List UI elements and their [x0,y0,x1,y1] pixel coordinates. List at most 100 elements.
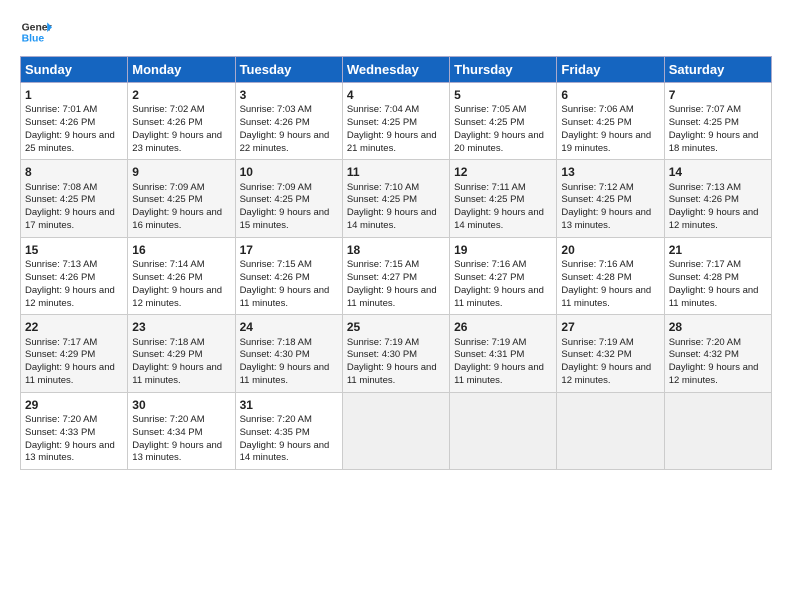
calendar-cell: 24Sunrise: 7:18 AMSunset: 4:30 PMDayligh… [235,315,342,392]
day-number: 4 [347,87,445,103]
weekday-header-saturday: Saturday [664,57,771,83]
weekday-header-row: SundayMondayTuesdayWednesdayThursdayFrid… [21,57,772,83]
calendar-cell [450,392,557,469]
sunrise-text: Sunrise: 7:02 AM [132,104,204,115]
sunset-text: Sunset: 4:25 PM [347,194,417,205]
calendar-cell: 7Sunrise: 7:07 AMSunset: 4:25 PMDaylight… [664,83,771,160]
sunrise-text: Sunrise: 7:03 AM [240,104,312,115]
daylight-text: Daylight: 9 hours and 19 minutes. [561,130,651,154]
sunset-text: Sunset: 4:32 PM [561,349,631,360]
daylight-text: Daylight: 9 hours and 15 minutes. [240,207,330,231]
sunrise-text: Sunrise: 7:20 AM [669,337,741,348]
day-number: 12 [454,164,552,180]
calendar-cell: 12 Sunrise: 7:11 AMSunset: 4:25 PM Dayligh… [450,160,557,237]
sunset-text: Sunset: 4:32 PM [669,349,739,360]
day-number: 19 [454,242,552,258]
calendar-cell: 11Sunrise: 7:10 AMSunset: 4:25 PMDayligh… [342,160,449,237]
sunrise-text: Sunrise: 7:16 AM [561,259,633,270]
day-number: 29 [25,397,123,413]
daylight-text: Daylight: 9 hours and 11 minutes. [240,362,330,386]
weekday-header-friday: Friday [557,57,664,83]
sunrise-text: Sunrise: 7:09 AM [132,182,204,193]
sunrise-text: Sunrise: 7:05 AM [454,104,526,115]
sunset-text: Sunset: 4:25 PM [454,194,524,205]
sunrise-text: Sunrise: 7:08 AM [25,182,97,193]
sunrise-text: Sunrise: 7:11 AM [454,182,526,193]
weekday-header-monday: Monday [128,57,235,83]
calendar-cell: 27Sunrise: 7:19 AMSunset: 4:32 PMDayligh… [557,315,664,392]
sunset-text: Sunset: 4:25 PM [347,117,417,128]
calendar-table: SundayMondayTuesdayWednesdayThursdayFrid… [20,56,772,470]
sunset-text: Sunset: 4:25 PM [561,117,631,128]
sunrise-text: Sunrise: 7:18 AM [132,337,204,348]
sunrise-text: Sunrise: 7:16 AM [454,259,526,270]
daylight-text: Daylight: 9 hours and 12 minutes. [132,285,222,309]
calendar-cell: 5Sunrise: 7:05 AMSunset: 4:25 PMDaylight… [450,83,557,160]
calendar-cell: 26 Sunrise: 7:19 AMSunset: 4:31 PM Dayligh… [450,315,557,392]
day-number: 26 [454,319,552,335]
daylight-text: Daylight: 9 hours and 13 minutes. [561,207,651,231]
calendar-cell: 2Sunrise: 7:02 AMSunset: 4:26 PMDaylight… [128,83,235,160]
daylight-text: Daylight: 9 hours and 13 minutes. [25,440,115,464]
daylight-text: Daylight: 9 hours and 16 minutes. [132,207,222,231]
sunrise-text: Sunrise: 7:07 AM [669,104,741,115]
day-number: 23 [132,319,230,335]
calendar-cell: 30Sunrise: 7:20 AMSunset: 4:34 PMDayligh… [128,392,235,469]
sunrise-text: Sunrise: 7:19 AM [454,337,526,348]
sunrise-text: Sunrise: 7:15 AM [347,259,419,270]
sunset-text: Sunset: 4:25 PM [454,117,524,128]
day-number: 15 [25,242,123,258]
sunset-text: Sunset: 4:30 PM [347,349,417,360]
calendar-week-row: 29Sunrise: 7:20 AMSunset: 4:33 PMDayligh… [21,392,772,469]
daylight-text: Daylight: 9 hours and 14 minutes. [454,207,544,231]
weekday-header-tuesday: Tuesday [235,57,342,83]
sunrise-text: Sunrise: 7:06 AM [561,104,633,115]
day-number: 6 [561,87,659,103]
calendar-cell: 25Sunrise: 7:19 AMSunset: 4:30 PMDayligh… [342,315,449,392]
day-number: 3 [240,87,338,103]
calendar-cell: 23Sunrise: 7:18 AMSunset: 4:29 PMDayligh… [128,315,235,392]
calendar-cell: 28 Sunrise: 7:20 AMSunset: 4:32 PM Dayligh… [664,315,771,392]
sunrise-text: Sunrise: 7:13 AM [25,259,97,270]
day-number: 17 [240,242,338,258]
calendar-cell: 3Sunrise: 7:03 AMSunset: 4:26 PMDaylight… [235,83,342,160]
sunset-text: Sunset: 4:26 PM [132,272,202,283]
sunrise-text: Sunrise: 7:17 AM [25,337,97,348]
day-number: 11 [347,164,445,180]
weekday-header-sunday: Sunday [21,57,128,83]
daylight-text: Daylight: 9 hours and 11 minutes. [454,285,544,309]
sunset-text: Sunset: 4:25 PM [669,117,739,128]
calendar-cell: 13Sunrise: 7:12 AMSunset: 4:25 PMDayligh… [557,160,664,237]
sunset-text: Sunset: 4:25 PM [561,194,631,205]
calendar-week-row: 22Sunrise: 7:17 AMSunset: 4:29 PMDayligh… [21,315,772,392]
svg-text:Blue: Blue [22,34,45,45]
calendar-week-row: 8Sunrise: 7:08 AMSunset: 4:25 PMDaylight… [21,160,772,237]
sunset-text: Sunset: 4:26 PM [240,272,310,283]
daylight-text: Daylight: 9 hours and 25 minutes. [25,130,115,154]
sunset-text: Sunset: 4:28 PM [669,272,739,283]
sunset-text: Sunset: 4:29 PM [132,349,202,360]
sunrise-text: Sunrise: 7:20 AM [25,414,97,425]
daylight-text: Daylight: 9 hours and 11 minutes. [669,285,759,309]
day-number: 20 [561,242,659,258]
sunset-text: Sunset: 4:27 PM [454,272,524,283]
daylight-text: Daylight: 9 hours and 21 minutes. [347,130,437,154]
calendar-week-row: 1Sunrise: 7:01 AMSunset: 4:26 PMDaylight… [21,83,772,160]
logo-icon: General Blue [20,16,52,48]
day-number: 7 [669,87,767,103]
day-number: 1 [25,87,123,103]
sunset-text: Sunset: 4:26 PM [25,117,95,128]
calendar-cell [342,392,449,469]
daylight-text: Daylight: 9 hours and 12 minutes. [561,362,651,386]
day-number: 28 [669,319,767,335]
calendar-cell: 14Sunrise: 7:13 AMSunset: 4:26 PMDayligh… [664,160,771,237]
daylight-text: Daylight: 9 hours and 11 minutes. [561,285,651,309]
daylight-text: Daylight: 9 hours and 12 minutes. [669,362,759,386]
day-number: 2 [132,87,230,103]
sunrise-text: Sunrise: 7:20 AM [132,414,204,425]
daylight-text: Daylight: 9 hours and 20 minutes. [454,130,544,154]
sunset-text: Sunset: 4:31 PM [454,349,524,360]
day-number: 31 [240,397,338,413]
sunrise-text: Sunrise: 7:20 AM [240,414,312,425]
daylight-text: Daylight: 9 hours and 11 minutes. [454,362,544,386]
